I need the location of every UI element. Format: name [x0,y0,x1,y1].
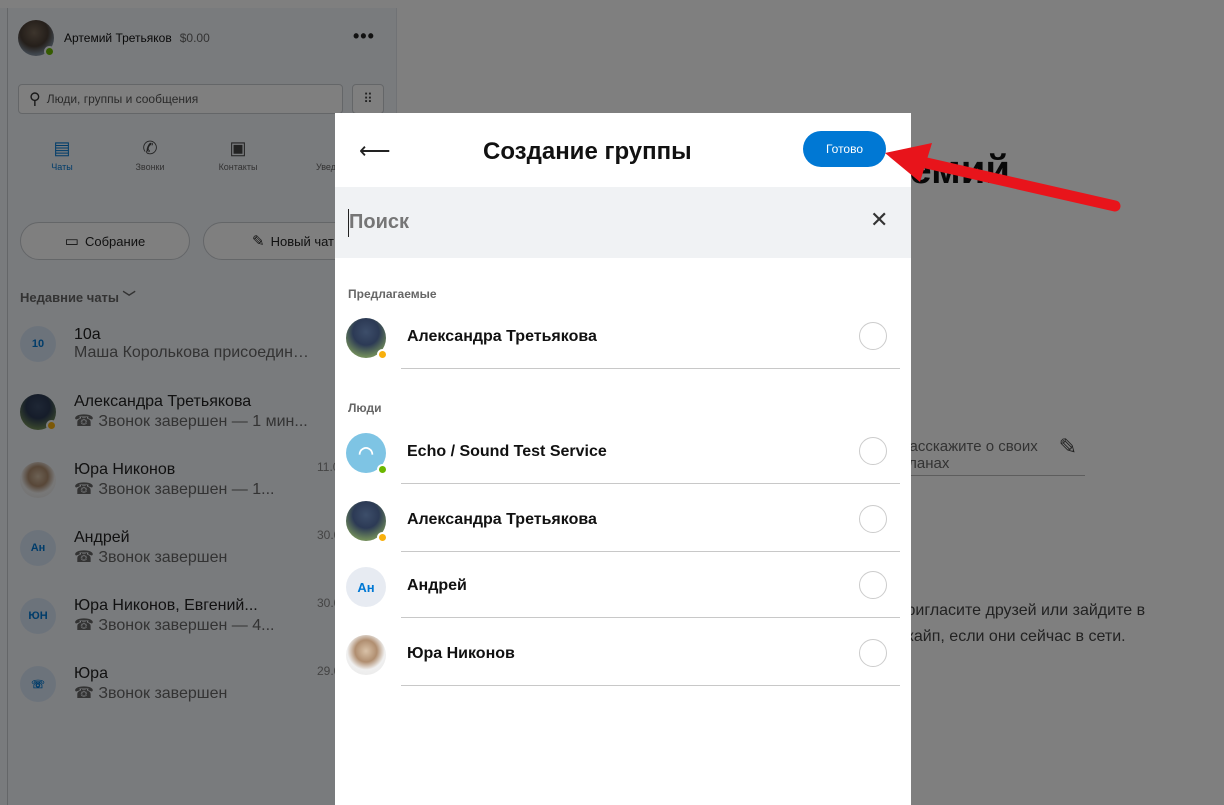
red-arrow-annotation-icon [885,143,1121,212]
contact-row[interactable]: Ан Андрей [346,556,900,622]
contact-row[interactable]: Александра Третьякова [346,490,900,556]
contact-name: Echo / Sound Test Service [407,443,607,460]
select-radio[interactable] [859,322,887,350]
contact-name: Александра Третьякова [407,511,597,528]
select-radio[interactable] [859,571,887,599]
avatar: Ан [346,567,386,607]
dialog-title: Создание группы [483,138,692,165]
contact-name: Андрей [407,577,467,594]
contact-row[interactable]: ◠ Echo / Sound Test Service [346,422,900,488]
contact-name: Юра Никонов [407,645,515,662]
presence-online-icon [377,464,388,475]
section-label-suggested: Предлагаемые [348,287,437,301]
divider [401,483,900,484]
presence-away-icon [377,532,388,543]
divider [401,551,900,552]
create-group-dialog: ⟵ Создание группы Готово Поиск ✕ Предлаг… [335,113,911,805]
presence-away-icon [377,349,388,360]
back-arrow-icon[interactable]: ⟵ [359,137,391,165]
avatar [346,318,388,360]
select-radio[interactable] [859,437,887,465]
avatar [346,501,388,543]
contact-search-input[interactable]: Поиск ✕ [335,187,911,258]
avatar [346,635,386,675]
section-label-people: Люди [348,401,382,415]
search-placeholder: Поиск [349,211,410,233]
select-radio[interactable] [859,639,887,667]
done-button[interactable]: Готово [803,131,886,167]
select-radio[interactable] [859,505,887,533]
echo-headset-icon: ◠ [346,433,388,475]
contact-row[interactable]: Александра Третьякова [346,307,900,373]
divider [401,617,900,618]
divider [401,685,900,686]
contact-row[interactable]: Юра Никонов [346,624,900,690]
divider [401,368,900,369]
contact-name: Александра Третьякова [407,328,597,345]
